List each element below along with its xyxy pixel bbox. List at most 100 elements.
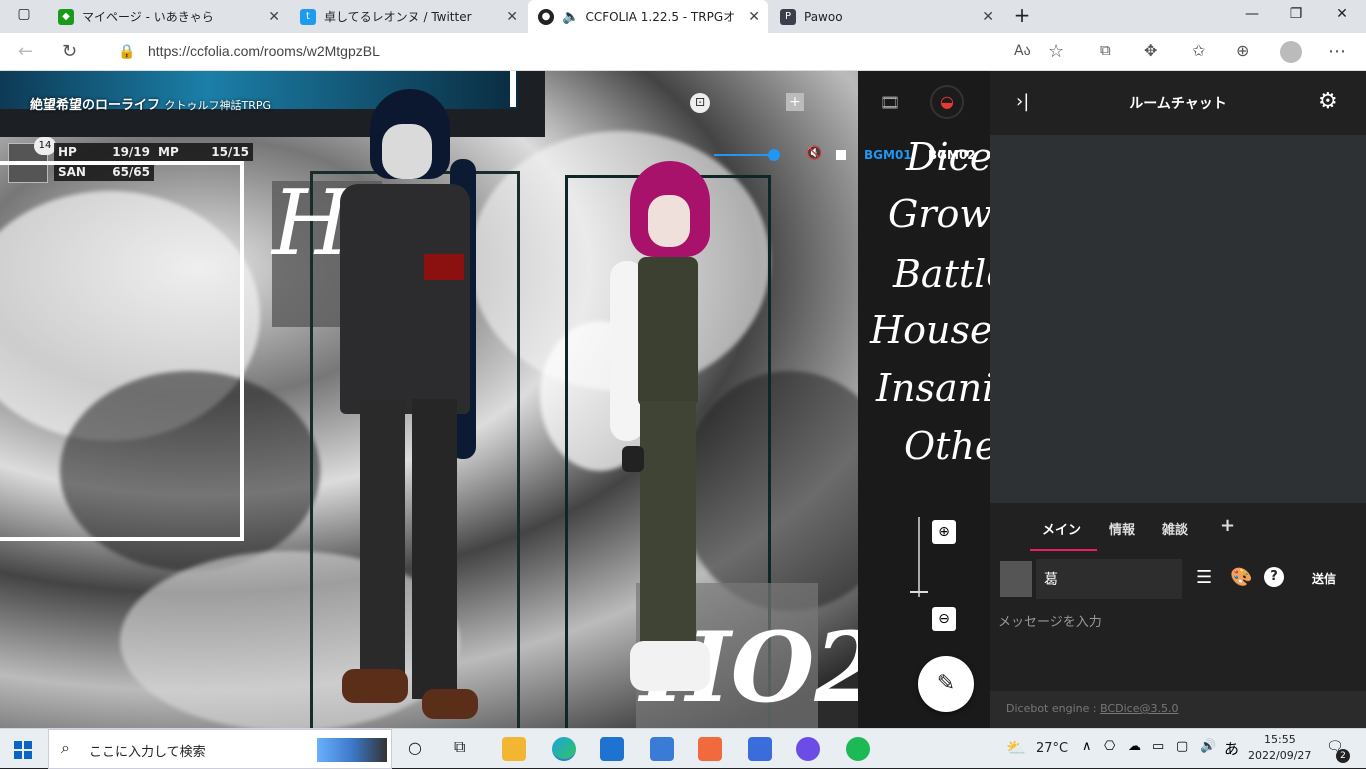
tab-label: CCFOLIA 1.22.5 - TRPGオンラ — [585, 10, 736, 24]
at-mail-icon[interactable] — [748, 737, 772, 761]
character-standing-1[interactable] — [330, 89, 510, 728]
app-icon[interactable] — [698, 737, 722, 761]
favorite-star-icon[interactable]: ☆ — [1048, 41, 1064, 62]
more-options-icon[interactable]: ⋯ — [1328, 41, 1346, 62]
chat-input-area: 葛 ☰ 🎨 ? 送信 メッセージを入力 — [990, 551, 1366, 691]
close-icon[interactable]: ✕ — [268, 9, 280, 25]
character-shoe — [422, 689, 478, 719]
extensions-icon[interactable]: ✥ — [1144, 41, 1157, 60]
search-icon: ⌕ — [61, 738, 70, 757]
zoom-track[interactable] — [918, 517, 920, 597]
spotify-icon[interactable] — [846, 737, 870, 761]
hp-value: 19/19 — [112, 145, 150, 159]
add-tab-button[interactable]: + — [1220, 515, 1235, 536]
minimize-icon[interactable]: — — [1242, 6, 1262, 22]
read-aloud-icon[interactable]: Aა — [1014, 43, 1031, 59]
mail-icon[interactable] — [600, 737, 624, 761]
gear-icon[interactable]: ⚙ — [1318, 89, 1338, 114]
add-panel-icon[interactable]: + — [786, 93, 804, 111]
cloud-icon[interactable]: ☁ — [1128, 739, 1141, 754]
store-icon[interactable] — [650, 737, 674, 761]
speaker-avatar[interactable] — [1000, 561, 1032, 597]
stop-icon[interactable] — [836, 150, 846, 160]
volume-slider[interactable] — [714, 154, 774, 156]
dice-icon[interactable]: ⚀ — [690, 93, 710, 113]
character-standing-2[interactable] — [600, 161, 740, 721]
clock-time[interactable]: 15:55 — [1264, 733, 1296, 746]
close-icon[interactable]: ✕ — [982, 9, 994, 25]
initiative-badge: 14 — [34, 137, 56, 155]
video-clip-icon[interactable]: 🎞 — [880, 93, 900, 112]
white-frame[interactable] — [0, 161, 244, 541]
weather-icon[interactable]: ⛅ — [1006, 738, 1026, 757]
palette-icon[interactable]: 🎨 — [1230, 567, 1252, 588]
task-view-icon[interactable]: ⧉ — [454, 737, 465, 757]
character-leg — [412, 399, 457, 699]
chat-footer: Dicebot engine : BCDice@3.5.0 — [990, 691, 1366, 728]
back-icon[interactable]: ← — [18, 41, 33, 62]
lock-icon[interactable]: 🔒 — [118, 44, 135, 60]
window-close-icon[interactable]: ✕ — [1332, 6, 1352, 22]
collections-icon[interactable]: ⧉ — [1100, 41, 1111, 59]
profile-avatar-icon[interactable] — [1280, 41, 1302, 63]
url-field[interactable]: https://ccfolia.com/rooms/w2MtgpzBL — [148, 43, 380, 59]
network-icon[interactable]: ⎔ — [1104, 739, 1115, 754]
edge-browser-icon[interactable] — [552, 737, 576, 761]
help-icon[interactable]: ? — [1264, 567, 1284, 587]
browser-tab-twitter[interactable]: t 卓してるレオンヌ / Twitter ✕ — [290, 0, 526, 33]
character-face — [648, 195, 690, 247]
ime-indicator[interactable]: あ — [1224, 738, 1239, 759]
zoom-out-button[interactable]: ⊖ — [932, 607, 956, 631]
iachara-favicon-icon: ◆ — [58, 8, 74, 25]
game-board[interactable]: 絶望希望のローライフ クトゥルフ神話TRPG ⚀ + 14 HP 19/19 M… — [0, 71, 990, 728]
room-chat-panel: ›| ルームチャット ⚙ メイン 情報 雑談 + 葛 ☰ 🎨 ? 送信 メッセー… — [990, 71, 1366, 728]
menu-dice[interactable]: Dice — [906, 135, 992, 179]
browser-tab-iachara[interactable]: ◆ マイページ - いあきゃら ✕ — [48, 0, 288, 33]
refresh-icon[interactable]: ↻ — [62, 41, 77, 62]
bgm-01-button[interactable]: BGM01 — [864, 148, 912, 162]
weather-temp[interactable]: 27°C — [1036, 741, 1068, 756]
close-icon[interactable]: ✕ — [748, 9, 760, 25]
chat-header: ›| ルームチャット ⚙ — [990, 71, 1366, 135]
browser-tab-pawoo[interactable]: P Pawoo ✕ — [770, 0, 1002, 33]
tab-actions-icon[interactable]: ▢ — [14, 6, 34, 22]
ccfolia-logo-icon[interactable]: ◒ — [930, 85, 964, 119]
dicebot-link[interactable]: BCDice@3.5.0 — [1100, 702, 1178, 715]
clock-date[interactable]: 2022/09/27 — [1248, 749, 1311, 762]
restore-icon[interactable]: ❐ — [1286, 6, 1306, 22]
chat-log[interactable] — [990, 135, 1366, 503]
favorites-icon[interactable]: ✩ — [1192, 41, 1205, 60]
speaker-name-field[interactable]: 葛 — [1036, 559, 1182, 599]
twitter-favicon-icon: t — [300, 8, 316, 25]
browser-tab-ccfolia[interactable]: ● 🔈 CCFOLIA 1.22.5 - TRPGオンラ ✕ — [528, 0, 768, 33]
file-explorer-icon[interactable] — [502, 737, 526, 761]
zoom-in-button[interactable]: ⊕ — [932, 520, 956, 544]
tab-main[interactable]: メイン — [1042, 519, 1081, 538]
list-icon[interactable]: ☰ — [1196, 567, 1212, 588]
character-armband — [424, 254, 464, 280]
character-vest — [638, 257, 698, 407]
tab-info[interactable]: 情報 — [1109, 519, 1135, 538]
hp-stat: HP 19/19 — [54, 143, 154, 161]
tab-chatter[interactable]: 雑談 — [1162, 519, 1188, 538]
character-trousers — [640, 401, 696, 651]
new-tab-icon[interactable]: + — [1012, 3, 1032, 27]
character-shoe — [342, 669, 408, 703]
battery-icon[interactable]: ▭ — [1152, 739, 1164, 754]
taskbar-search[interactable]: ⌕ ここに入力して検索 — [48, 729, 392, 769]
mute-icon[interactable]: 🔇 — [806, 146, 822, 161]
message-input[interactable]: メッセージを入力 — [998, 611, 1102, 630]
display-icon[interactable]: ▢ — [1176, 739, 1188, 754]
collections-add-icon[interactable]: ⊕ — [1236, 41, 1249, 60]
speaker-icon[interactable]: 🔈 — [562, 9, 579, 25]
tray-chevron-icon[interactable]: ∧ — [1082, 739, 1092, 754]
windows-start-icon[interactable] — [14, 741, 32, 759]
cortana-icon[interactable]: ○ — [408, 738, 422, 757]
discord-icon[interactable] — [796, 737, 820, 761]
volume-slider-thumb[interactable] — [768, 149, 780, 161]
zoom-slider-thumb[interactable] — [910, 591, 928, 593]
close-icon[interactable]: ✕ — [506, 9, 518, 25]
edit-button[interactable]: ✎ — [918, 656, 974, 712]
send-button[interactable]: 送信 — [1312, 570, 1336, 587]
volume-icon[interactable]: 🔊 — [1200, 739, 1216, 754]
